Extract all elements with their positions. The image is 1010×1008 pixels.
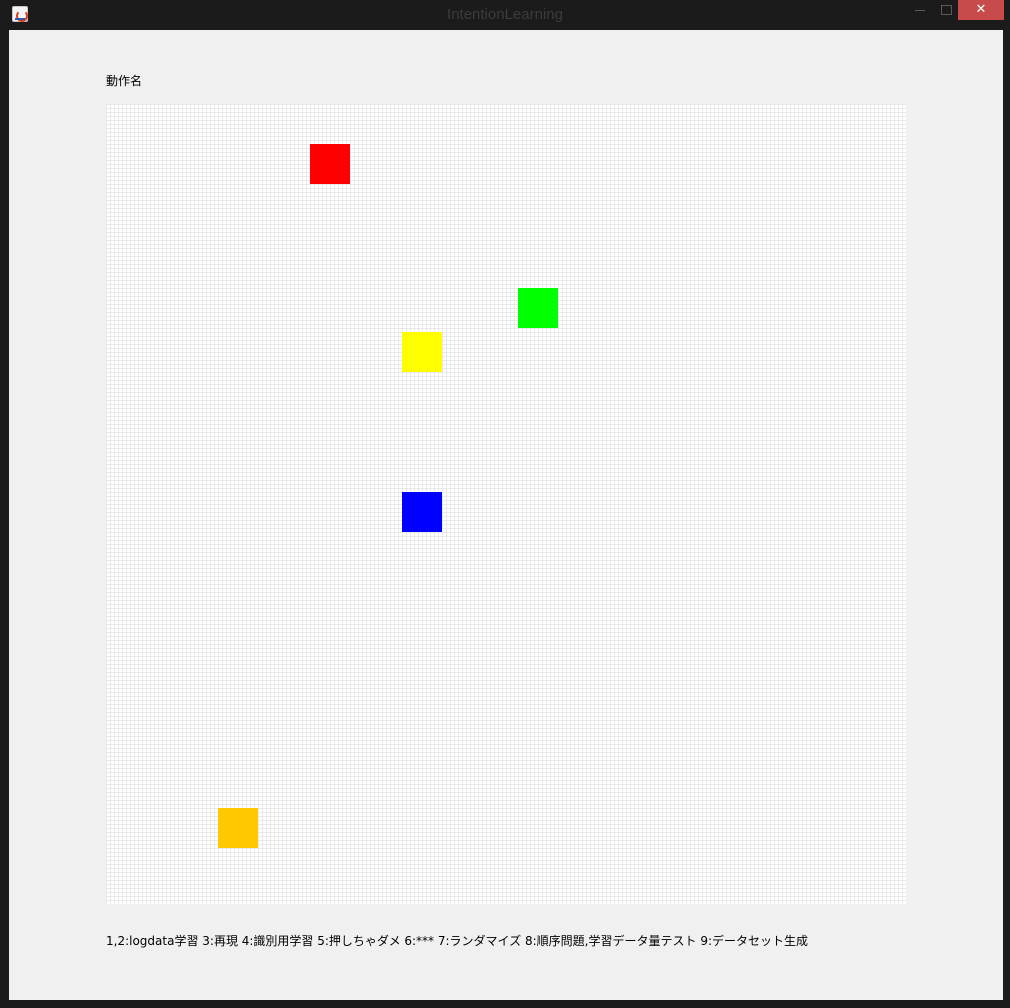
red-block[interactable] — [310, 144, 350, 184]
yellow-block[interactable] — [402, 332, 442, 372]
title-bar[interactable]: IntentionLearning ✕ — [0, 0, 1010, 30]
window-title: IntentionLearning — [447, 6, 563, 23]
key-help-text: 1,2:logdata学習 3:再現 4:識別用学習 5:押しちゃダメ 6:**… — [106, 934, 808, 948]
maximize-button[interactable] — [934, 0, 958, 22]
client-area: 動作名 1,2:logdata学習 3:再現 4:識別用学習 5:押しちゃダメ … — [9, 30, 1003, 1000]
close-button[interactable]: ✕ — [958, 0, 1004, 20]
orange-block[interactable] — [218, 808, 258, 848]
minimize-button[interactable] — [906, 0, 934, 22]
app-window: IntentionLearning ✕ 動作名 1,2:logdata学習 3:… — [0, 0, 1010, 1008]
green-block[interactable] — [518, 288, 558, 328]
grid-canvas[interactable] — [106, 104, 906, 904]
action-name-label: 動作名 — [106, 74, 143, 88]
blue-block[interactable] — [402, 492, 442, 532]
